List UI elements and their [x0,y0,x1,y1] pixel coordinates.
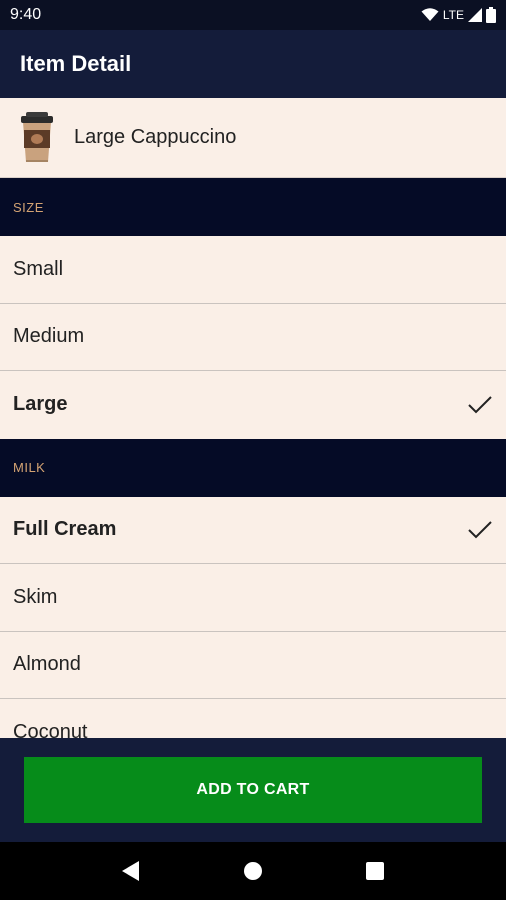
home-circle-icon [244,862,262,880]
app-bar: Item Detail [0,30,506,98]
battery-icon [486,7,496,23]
recents-button[interactable] [355,851,395,891]
signal-icon [468,8,482,22]
wifi-icon [421,8,439,21]
option-label: Small [13,257,64,280]
checkmark-icon [468,396,492,414]
recents-square-icon [366,862,384,880]
network-type: LTE [442,8,464,22]
option-label: Full Cream [13,518,117,541]
size-option-medium[interactable]: Medium [0,303,506,371]
back-button[interactable] [111,851,151,891]
section-label-size: SIZE [13,199,44,215]
size-option-small[interactable]: Small [0,236,506,304]
system-navigation-bar [0,842,506,900]
option-label: Almond [13,653,81,676]
status-time: 9:40 [10,6,42,23]
add-to-cart-button[interactable]: ADD TO CART [24,757,482,823]
size-options: Small Medium Large [0,236,506,439]
item-header: Large Cappuccino [0,98,506,178]
home-button[interactable] [233,851,273,891]
option-label: Large [13,393,68,416]
coffee-cup-icon [21,111,53,162]
milk-option-full-cream[interactable]: Full Cream [0,496,506,564]
milk-option-coconut[interactable]: Coconut [0,699,506,738]
size-option-large[interactable]: Large [0,371,506,439]
bottom-action-panel: ADD TO CART [0,738,506,842]
milk-option-almond[interactable]: Almond [0,631,506,699]
section-header-milk: MILK [0,438,506,497]
option-label: Medium [13,325,85,348]
status-bar: 9:40 LTE [0,0,506,30]
section-header-size: SIZE [0,178,506,236]
option-label: Skim [13,585,58,608]
status-icons: LTE [421,7,496,23]
item-detail-list[interactable]: Large Cappuccino SIZE Small Medium Large… [0,98,506,738]
item-name: Large Cappuccino [74,126,237,148]
back-triangle-icon [122,861,139,881]
milk-options: Full Cream Skim Almond Coconut [0,496,506,738]
section-label-milk: MILK [13,460,46,475]
checkmark-icon [468,521,492,539]
option-label: Coconut [13,721,88,738]
page-title: Item Detail [20,51,132,76]
milk-option-skim[interactable]: Skim [0,564,506,632]
